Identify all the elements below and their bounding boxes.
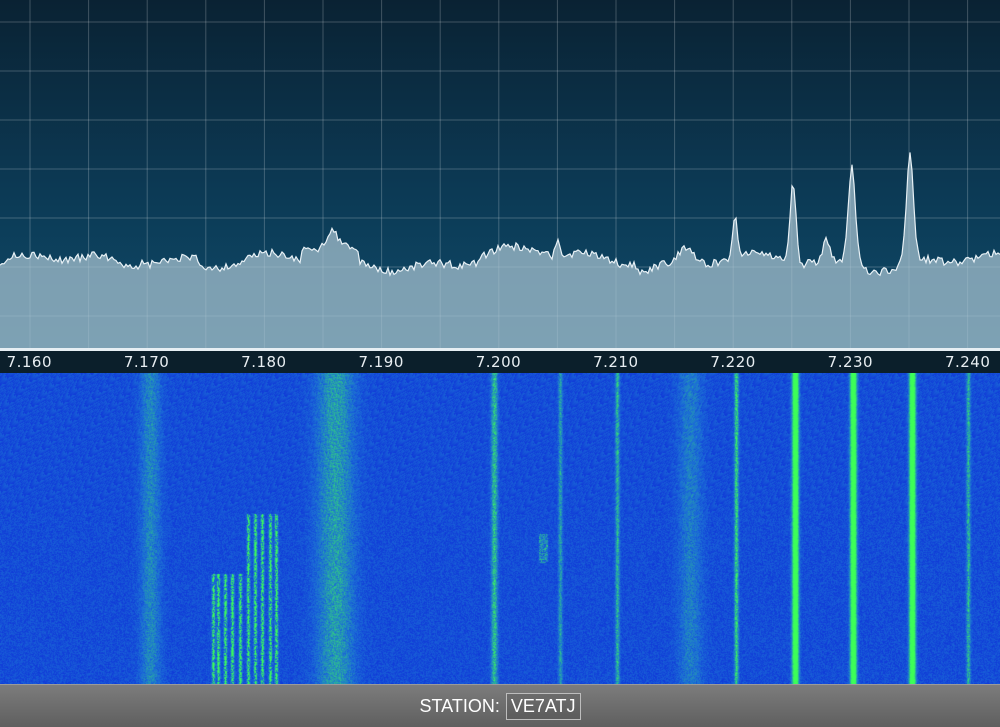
frequency-axis: 7.160 7.170 7.180 7.190 7.200 7.210 7.220 7.230… (0, 351, 1000, 373)
status-bar: STATION: VE7ATJ (0, 684, 1000, 727)
frequency-tick-label: 7.200 (475, 353, 522, 371)
waterfall-canvas (0, 373, 1000, 684)
frequency-tick-label: 7.160 (6, 353, 53, 371)
station-label: STATION: (419, 695, 500, 716)
waterfall-display[interactable] (0, 373, 1000, 684)
spectrum-plot (0, 0, 1000, 348)
frequency-tick-label: 7.170 (123, 353, 170, 371)
frequency-tick-label: 7.190 (358, 353, 404, 371)
frequency-tick-label: 7.230 (827, 353, 874, 371)
frequency-tick-label: 7.180 (241, 353, 287, 371)
frequency-tick-label: 7.240 (944, 353, 991, 371)
spectrum-display[interactable] (0, 0, 1000, 350)
frequency-tick-label: 7.210 (593, 353, 639, 371)
station-callsign-field[interactable]: VE7ATJ (505, 692, 581, 720)
frequency-tick-label: 7.220 (710, 353, 756, 371)
